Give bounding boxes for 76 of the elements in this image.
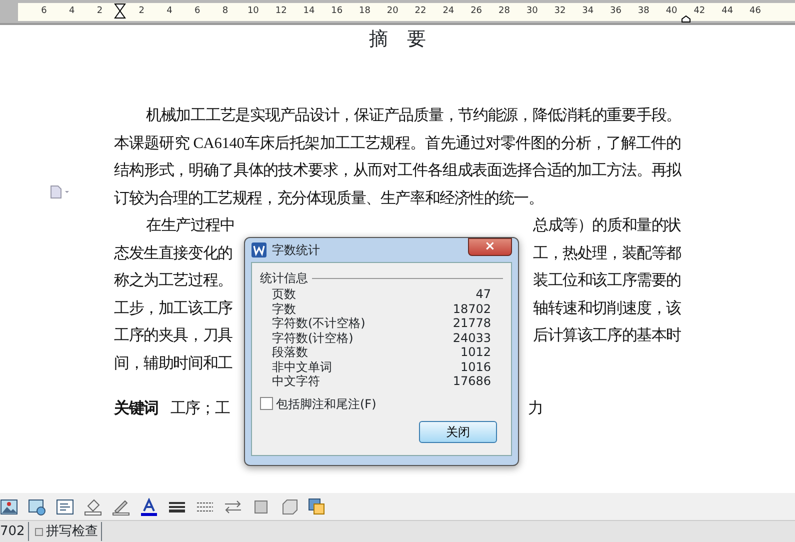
checkbox[interactable] (260, 397, 273, 410)
ruler-number: 16 (331, 6, 343, 16)
stat-label: 字符数(计空格) (272, 330, 354, 345)
text-line: 总成等）的质和量的状 (532, 216, 681, 236)
indent-marker-icon[interactable] (114, 2, 126, 20)
font-color-icon[interactable] (140, 498, 158, 516)
ruler-number: 2 (96, 6, 103, 16)
text-line: 工，热处理，装配等都 (532, 244, 681, 264)
ruler-number: 4 (166, 6, 172, 16)
keywords-label: 关键词 (114, 398, 158, 419)
text-line: 装工位和该工序需要的 (532, 271, 681, 291)
ruler-number: 32 (554, 6, 566, 16)
text-line: 轴转速和切削速度，该 (532, 298, 681, 318)
stat-value: 1012 (460, 345, 491, 360)
ruler-number: 34 (582, 6, 594, 16)
stat-value: 24033 (452, 330, 491, 345)
ruler-number: 14 (303, 6, 315, 16)
checkbox-label: 包括脚注和尾注(F) (276, 396, 376, 412)
ruler-number: 24 (442, 6, 454, 16)
ruler-number: 28 (498, 6, 510, 16)
margin-marker-icon[interactable] (681, 15, 691, 23)
stat-value: 21778 (452, 316, 491, 330)
ruler-number: 8 (222, 6, 228, 16)
text-line: 在生产过程中 (145, 216, 235, 236)
word-count: 702 (0, 522, 29, 542)
text-line: 后计算该工序的基本时 (532, 326, 681, 346)
stat-label: 段落数 (272, 345, 308, 360)
stat-value: 17686 (452, 374, 491, 388)
ruler-number: 10 (247, 6, 259, 16)
group-label: 统计信息 (260, 270, 308, 287)
keywords-text: 力 (528, 399, 543, 419)
document-icon[interactable] (50, 185, 70, 199)
arrow-style-icon[interactable] (224, 498, 242, 516)
stat-label: 页数 (272, 287, 296, 302)
close-button[interactable]: 关闭 (419, 421, 497, 443)
stat-value: 1016 (460, 360, 491, 374)
ruler-number: 46 (749, 6, 761, 16)
ruler-number: 36 (610, 6, 622, 16)
ruler-number: 40 (666, 6, 678, 16)
stat-label: 非中文单词 (272, 360, 332, 374)
ruler-number: 26 (470, 6, 482, 16)
pen-icon[interactable] (112, 498, 130, 516)
stat-label: 字符数(不计空格) (272, 316, 366, 330)
stat-label: 中文字符 (272, 374, 320, 388)
ruler-number: 6 (41, 6, 47, 16)
text-line: 间，辅助时间和工 (114, 354, 232, 374)
ruler-number: 42 (694, 6, 706, 16)
text-line: 称之为工艺过程。 (114, 271, 232, 291)
text-line: 工步，加工该工序 (114, 298, 232, 318)
ruler-number: 2 (138, 6, 144, 16)
ruler-number: 18 (359, 6, 370, 16)
stat-value: 18702 (452, 302, 491, 316)
document-title: 摘 要 (368, 27, 427, 52)
dialog-title: 字数统计 (272, 242, 320, 259)
ruler-number: 44 (722, 6, 734, 16)
ruler-number: 20 (386, 6, 398, 16)
app-logo-icon (251, 242, 267, 258)
ruler-number: 22 (414, 6, 426, 16)
keywords-text: 工序；工 (170, 399, 230, 419)
spell-check-indicator-icon (34, 528, 43, 536)
stat-label: 字数 (272, 302, 296, 316)
3d-box-icon[interactable] (280, 498, 298, 516)
ruler-number: 6 (194, 6, 200, 16)
stat-value: 47 (476, 287, 491, 302)
paragraph: 机械加工工艺是实现产品设计，保证产品质量，节约能源，降低消耗的重要手段。本课题研究 CA6140车床后托架加工工艺规程。首先通过对零件图的分析，了解工件的结构形式，明确了具体的技术要求，从而对工件各组成表面选择合适的加工方法。再拟订较为合理的工艺规程，充分体现质量、生产率和经济性的统一。 (114, 106, 681, 208)
text-line: 工序的夹具，刀具 (114, 326, 232, 346)
picture-icon[interactable] (0, 498, 18, 516)
text-line: 态发生直接变化的 (114, 244, 232, 264)
ruler-number: 30 (526, 6, 538, 16)
ruler-number: 12 (275, 6, 287, 16)
ruler-number: 4 (68, 6, 75, 16)
spell-check-label[interactable]: 拼写检查 (46, 522, 98, 542)
ruler-number: 38 (638, 6, 650, 16)
text-box-icon[interactable] (56, 498, 74, 516)
shadow-icon[interactable] (252, 498, 270, 516)
select-objects-icon[interactable] (308, 498, 326, 516)
